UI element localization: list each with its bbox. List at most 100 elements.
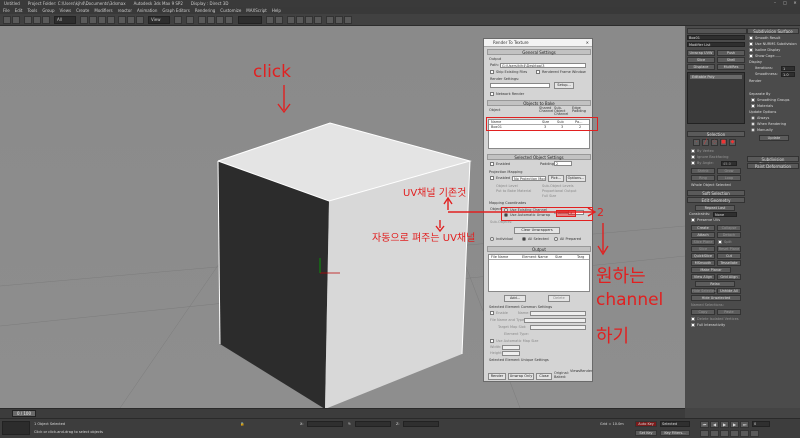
object-level-label[interactable]: Object Level: [496, 184, 518, 188]
unhide-all-button[interactable]: Unhide All: [717, 288, 741, 294]
target-map-slot-dropdown[interactable]: [530, 325, 586, 330]
vertex-mode-icon[interactable]: ⋅: [693, 139, 700, 146]
enabled-checkbox[interactable]: [490, 162, 494, 166]
options-button[interactable]: Options...: [566, 175, 586, 182]
spinner-snap-icon[interactable]: [225, 16, 233, 24]
projection-enabled-checkbox[interactable]: [490, 176, 494, 180]
schematic-view-icon[interactable]: [305, 16, 313, 24]
height-spinner[interactable]: [502, 351, 520, 356]
delete-isolated-checkbox[interactable]: [691, 317, 695, 321]
render-button[interactable]: Render: [488, 373, 506, 380]
soft-selection-rollout[interactable]: Soft Selection: [687, 190, 745, 196]
paint-deformation-rollout[interactable]: Paint Deformation: [747, 163, 799, 169]
snap-icon[interactable]: [198, 16, 206, 24]
goto-end-icon[interactable]: ⏭: [740, 421, 749, 428]
shell-button[interactable]: Shell: [717, 57, 745, 63]
slice-button[interactable]: Slice: [691, 246, 715, 252]
skip-existing-checkbox[interactable]: [490, 70, 494, 74]
modifier-stack[interactable]: Editable Poly: [687, 72, 745, 124]
z-coordinate-field[interactable]: [403, 421, 439, 427]
angle-spinner[interactable]: 45.0: [721, 161, 737, 166]
create-button[interactable]: Create: [691, 225, 715, 231]
split-checkbox[interactable]: [718, 240, 722, 244]
loop-button[interactable]: Loop: [717, 175, 741, 181]
pan-icon[interactable]: [730, 430, 739, 437]
all-prepared-radio[interactable]: [554, 237, 558, 241]
rotate-icon[interactable]: [127, 16, 135, 24]
clear-unwrappers-button[interactable]: Clear Unwrappers: [514, 227, 560, 234]
named-selection-dropdown[interactable]: [238, 16, 262, 24]
path-field[interactable]: G:\Users\kjh4\Desktop\3: [500, 63, 586, 68]
all-selected-radio[interactable]: [522, 237, 526, 241]
delete-element-button[interactable]: Delete: [548, 295, 570, 302]
next-frame-icon[interactable]: ▶: [730, 421, 739, 428]
link-icon[interactable]: [24, 16, 32, 24]
relax-button[interactable]: Relax: [695, 281, 735, 287]
smooth-result-checkbox[interactable]: [749, 36, 753, 40]
grid-align-button[interactable]: Grid Align: [717, 274, 741, 280]
menu-edit[interactable]: Edit: [15, 8, 23, 13]
width-spinner[interactable]: [502, 345, 520, 350]
menu-file[interactable]: File: [3, 8, 10, 13]
slice-modifier-button[interactable]: Slice: [687, 57, 715, 63]
selected-object-settings-rollout[interactable]: Selected Object Settings: [487, 154, 591, 160]
render-frame-icon[interactable]: [335, 16, 343, 24]
material-editor-icon[interactable]: [314, 16, 322, 24]
prev-frame-icon[interactable]: ◀: [710, 421, 719, 428]
view-align-button[interactable]: View Align: [691, 274, 715, 280]
menu-animation[interactable]: Animation: [137, 8, 157, 13]
slice-plane-button[interactable]: Slice Plane: [691, 239, 715, 245]
subdivision-surface-rollout[interactable]: Subdivision Surface: [747, 28, 799, 34]
key-filters-button[interactable]: Key Filters...: [660, 430, 690, 436]
menu-create[interactable]: Create: [76, 8, 89, 13]
redo-icon[interactable]: [12, 16, 20, 24]
iterations-spinner[interactable]: 1: [781, 66, 795, 71]
zoom-extents-icon[interactable]: [720, 430, 729, 437]
general-settings-rollout[interactable]: General Settings: [487, 49, 591, 55]
select-by-name-icon[interactable]: [89, 16, 97, 24]
menu-modifiers[interactable]: Modifiers: [94, 8, 112, 13]
dialog-close-icon[interactable]: ✕: [586, 39, 589, 47]
angle-snap-icon[interactable]: [207, 16, 215, 24]
setup-button[interactable]: Setup...: [554, 82, 574, 89]
region-select-icon[interactable]: [98, 16, 106, 24]
minimize-icon[interactable]: –: [770, 0, 780, 5]
render-settings-dropdown[interactable]: [490, 83, 550, 88]
select-object-icon[interactable]: [80, 16, 88, 24]
constraints-dropdown[interactable]: None: [713, 212, 737, 217]
menu-reactor[interactable]: reactor: [118, 8, 132, 13]
menu-tools[interactable]: Tools: [27, 8, 37, 13]
unlink-icon[interactable]: [33, 16, 41, 24]
grow-button[interactable]: Grow: [717, 168, 741, 174]
make-planar-button[interactable]: Make Planar: [691, 267, 731, 273]
show-cage-checkbox[interactable]: [749, 54, 753, 58]
hide-unselected-button[interactable]: Hide Unselected: [691, 295, 741, 301]
output-rollout[interactable]: Output: [487, 246, 591, 252]
by-angle-checkbox[interactable]: [691, 161, 695, 165]
projection-modifier-dropdown[interactable]: No Projection Modifier: [512, 176, 546, 181]
modifier-list-dropdown[interactable]: Modifier List: [687, 42, 745, 47]
menu-group[interactable]: Group: [42, 8, 54, 13]
current-frame-field[interactable]: 0: [752, 421, 770, 427]
add-element-button[interactable]: Add...: [504, 295, 526, 302]
tessellate-button[interactable]: Tessellate: [717, 260, 741, 266]
element-mode-icon[interactable]: ◆: [729, 139, 736, 146]
selected-dropdown[interactable]: Selected: [660, 421, 690, 427]
ring-button[interactable]: Ring: [691, 175, 715, 181]
menu-maxscript[interactable]: MAXScript: [246, 8, 267, 13]
by-vertex-checkbox[interactable]: [691, 149, 695, 153]
network-render-checkbox[interactable]: [490, 92, 494, 96]
play-icon[interactable]: ▶: [720, 421, 729, 428]
layer-manager-icon[interactable]: [287, 16, 295, 24]
orbit-icon[interactable]: [740, 430, 749, 437]
maximize-viewport-icon[interactable]: [750, 430, 759, 437]
multires-button[interactable]: MultiRes: [717, 64, 745, 70]
subdivision-displacement-rollout[interactable]: Subdivision Displacement: [747, 156, 799, 167]
stack-editable-poly[interactable]: Editable Poly: [690, 75, 742, 79]
menu-customize[interactable]: Customize: [220, 8, 241, 13]
polygon-mode-icon[interactable]: ■: [720, 139, 727, 146]
auto-key-button[interactable]: Auto Key: [635, 421, 657, 427]
unwrap-uvw-button[interactable]: Unwrap UVW: [687, 50, 715, 56]
file-name-type-field[interactable]: [524, 318, 586, 323]
zoom-icon[interactable]: [700, 430, 709, 437]
